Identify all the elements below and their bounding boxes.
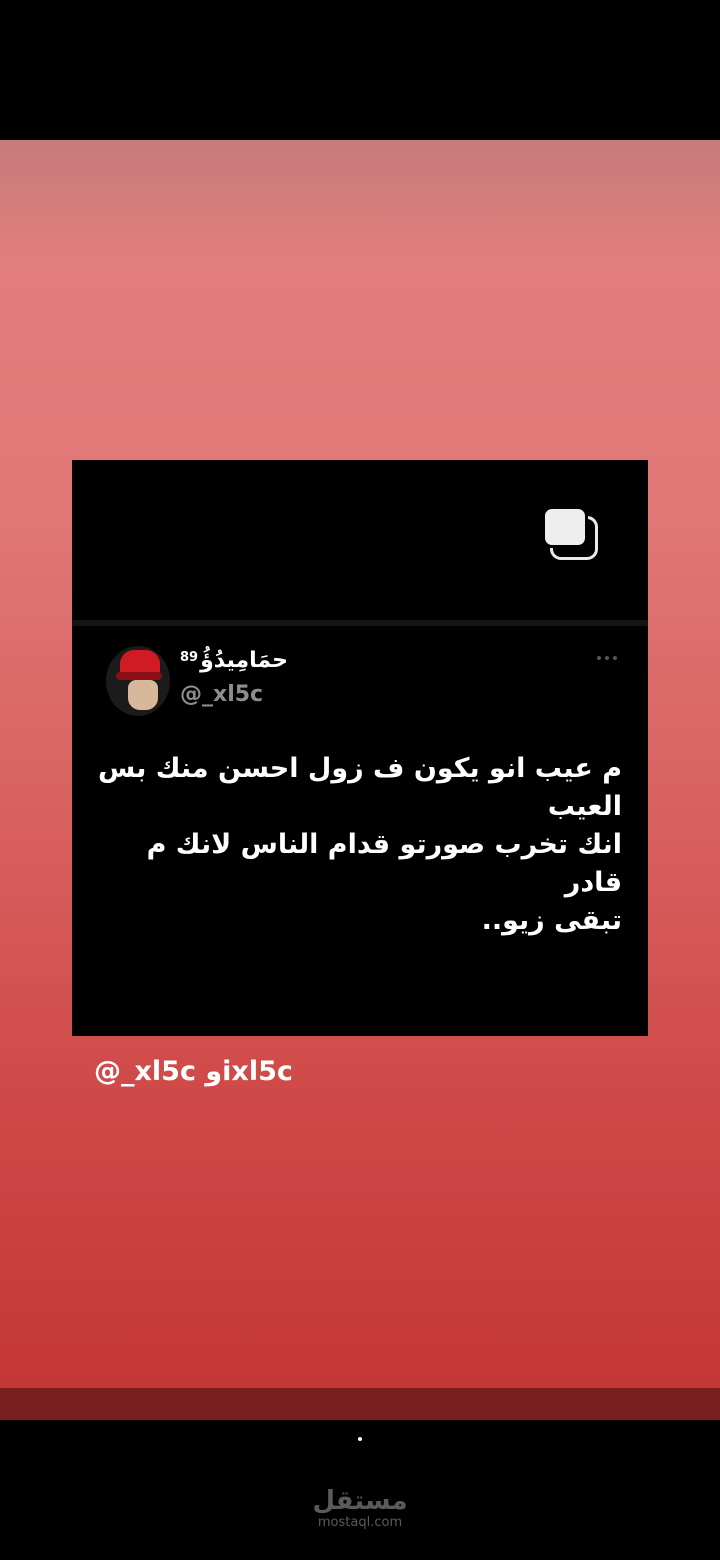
page-indicator-dot (358, 1437, 362, 1441)
copy-icon[interactable] (542, 506, 600, 562)
watermark-arabic: مستقل (312, 1486, 408, 1516)
tweet-line: تبقى زيو.. (481, 905, 622, 936)
more-icon[interactable] (597, 656, 617, 660)
tweet-line: انك تخرب صورتو قدام الناس لانك م قادر (146, 829, 622, 898)
tweet-line: م عيب انو يكون ف زول احسن منك بس العيب (98, 753, 622, 822)
top-black-bar (0, 0, 720, 140)
mention-credit[interactable]: @_xl5c وixl5c (94, 1056, 293, 1087)
display-name[interactable]: 89 حمَامِيدُؤُ (180, 648, 288, 678)
mostaql-watermark: مستقل mostaql.com (300, 1486, 420, 1530)
avatar[interactable] (106, 646, 170, 716)
card-divider (72, 620, 648, 626)
user-handle[interactable]: @_xl5c (180, 682, 263, 707)
tweet-text: م عيب انو يكون ف زول احسن منك بس العيب ا… (96, 750, 622, 940)
watermark-latin: mostaql.com (317, 1515, 403, 1530)
tweet-screenshot-card[interactable]: 89 حمَامِيدُؤُ @_xl5c م عيب انو يكون ف ز… (72, 460, 648, 1036)
story-bottom-strip (0, 1388, 720, 1420)
name-text: حمَامِيدُؤُ (200, 648, 288, 673)
name-suffix: 89 (180, 650, 199, 665)
